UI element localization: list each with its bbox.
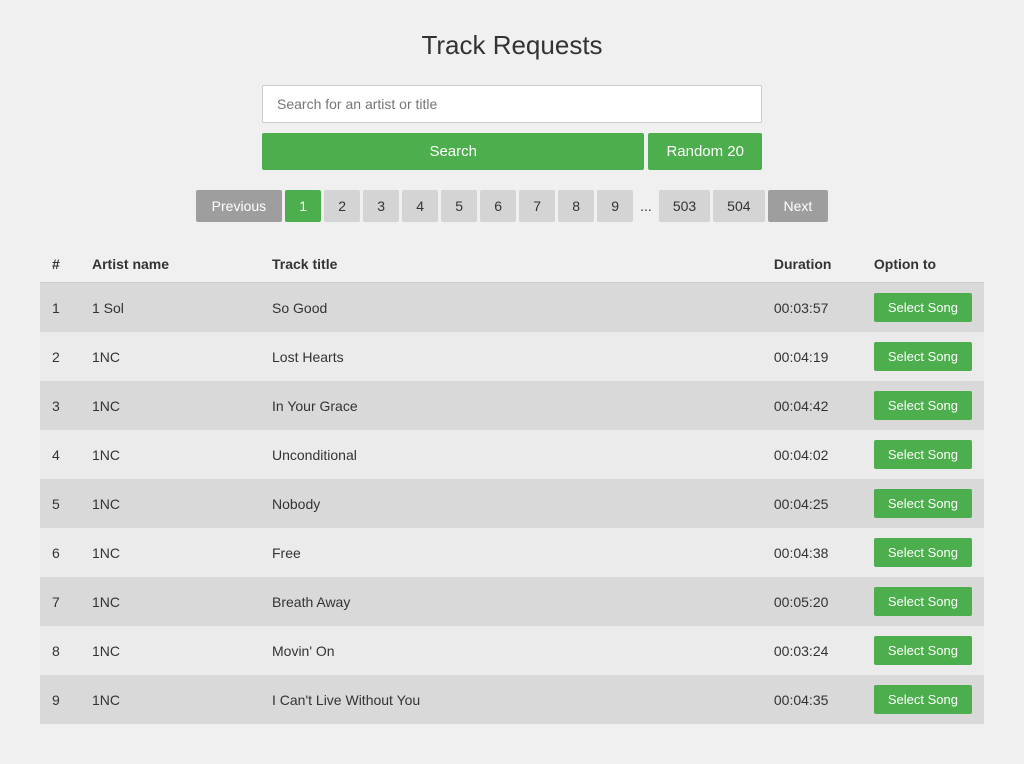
cell-duration: 00:04:25: [762, 479, 862, 528]
next-button[interactable]: Next: [768, 190, 829, 222]
page-button-6[interactable]: 6: [480, 190, 516, 222]
page-button-2[interactable]: 2: [324, 190, 360, 222]
cell-option: Select Song: [862, 332, 984, 381]
table-row: 51NCNobody00:04:25 Select Song: [40, 479, 984, 528]
cell-title: In Your Grace: [260, 381, 762, 430]
cell-artist: 1NC: [80, 381, 260, 430]
cell-artist: 1 Sol: [80, 283, 260, 333]
cell-num: 6: [40, 528, 80, 577]
header-option: Option to: [862, 246, 984, 283]
cell-title: Movin' On: [260, 626, 762, 675]
select-song-button[interactable]: Select Song: [874, 293, 972, 322]
cell-duration: 00:04:38: [762, 528, 862, 577]
search-input[interactable]: [262, 85, 762, 123]
select-song-button[interactable]: Select Song: [874, 587, 972, 616]
cell-duration: 00:05:20: [762, 577, 862, 626]
page-button-8[interactable]: 8: [558, 190, 594, 222]
select-song-button[interactable]: Select Song: [874, 342, 972, 371]
cell-title: Unconditional: [260, 430, 762, 479]
page-button-9[interactable]: 9: [597, 190, 633, 222]
cell-title: So Good: [260, 283, 762, 333]
cell-num: 3: [40, 381, 80, 430]
cell-option: Select Song: [862, 430, 984, 479]
cell-artist: 1NC: [80, 528, 260, 577]
select-song-button[interactable]: Select Song: [874, 636, 972, 665]
select-song-button[interactable]: Select Song: [874, 391, 972, 420]
table-row: 91NCI Can't Live Without You00:04:35 Sele…: [40, 675, 984, 724]
search-section: Search Random 20: [40, 85, 984, 170]
cell-num: 7: [40, 577, 80, 626]
search-input-wrapper: [262, 85, 762, 123]
page-button-3[interactable]: 3: [363, 190, 399, 222]
header-duration: Duration: [762, 246, 862, 283]
select-song-button[interactable]: Select Song: [874, 685, 972, 714]
cell-num: 9: [40, 675, 80, 724]
header-num: #: [40, 246, 80, 283]
cell-title: Breath Away: [260, 577, 762, 626]
cell-option: Select Song: [862, 283, 984, 333]
table-row: 31NCIn Your Grace00:04:42 Select Song: [40, 381, 984, 430]
table-row: 71NCBreath Away00:05:20 Select Song: [40, 577, 984, 626]
cell-num: 5: [40, 479, 80, 528]
page-button-1[interactable]: 1: [285, 190, 321, 222]
cell-option: Select Song: [862, 479, 984, 528]
track-table: # Artist name Track title Duration Optio…: [40, 246, 984, 724]
page-button-5[interactable]: 5: [441, 190, 477, 222]
page-ellipsis: ...: [636, 190, 656, 222]
cell-num: 8: [40, 626, 80, 675]
table-row: 81NCMovin' On00:03:24 Select Song: [40, 626, 984, 675]
cell-artist: 1NC: [80, 675, 260, 724]
table-row: 61NCFree00:04:38 Select Song: [40, 528, 984, 577]
cell-artist: 1NC: [80, 577, 260, 626]
cell-duration: 00:03:24: [762, 626, 862, 675]
page-button-7[interactable]: 7: [519, 190, 555, 222]
header-title: Track title: [260, 246, 762, 283]
cell-option: Select Song: [862, 528, 984, 577]
page-button-504[interactable]: 504: [713, 190, 764, 222]
table-row: 21NCLost Hearts00:04:19 Select Song: [40, 332, 984, 381]
cell-artist: 1NC: [80, 430, 260, 479]
page-button-4[interactable]: 4: [402, 190, 438, 222]
table-header-row: # Artist name Track title Duration Optio…: [40, 246, 984, 283]
track-table-body: 11 SolSo Good00:03:57Select Song21NCLost…: [40, 283, 984, 725]
previous-button[interactable]: Previous: [196, 190, 282, 222]
search-button[interactable]: Search: [262, 133, 644, 170]
cell-title: Free: [260, 528, 762, 577]
table-row: 11 SolSo Good00:03:57 Select Song: [40, 283, 984, 333]
cell-duration: 00:03:57: [762, 283, 862, 333]
cell-option: Select Song: [862, 577, 984, 626]
random-button[interactable]: Random 20: [648, 133, 762, 170]
cell-num: 2: [40, 332, 80, 381]
cell-num: 4: [40, 430, 80, 479]
select-song-button[interactable]: Select Song: [874, 489, 972, 518]
cell-artist: 1NC: [80, 479, 260, 528]
cell-artist: 1NC: [80, 332, 260, 381]
cell-title: Lost Hearts: [260, 332, 762, 381]
cell-option: Select Song: [862, 675, 984, 724]
cell-artist: 1NC: [80, 626, 260, 675]
page-title: Track Requests: [40, 30, 984, 61]
cell-title: I Can't Live Without You: [260, 675, 762, 724]
cell-option: Select Song: [862, 381, 984, 430]
search-buttons: Search Random 20: [262, 133, 762, 170]
cell-duration: 00:04:42: [762, 381, 862, 430]
cell-option: Select Song: [862, 626, 984, 675]
page-container: Track Requests Search Random 20 Previous…: [0, 0, 1024, 764]
cell-duration: 00:04:02: [762, 430, 862, 479]
table-row: 41NCUnconditional00:04:02 Select Song: [40, 430, 984, 479]
select-song-button[interactable]: Select Song: [874, 440, 972, 469]
cell-duration: 00:04:35: [762, 675, 862, 724]
pagination: Previous 1 2 3 4 5 6 7 8 9 ... 503 504 N…: [40, 190, 984, 222]
header-artist: Artist name: [80, 246, 260, 283]
cell-duration: 00:04:19: [762, 332, 862, 381]
select-song-button[interactable]: Select Song: [874, 538, 972, 567]
cell-num: 1: [40, 283, 80, 333]
cell-title: Nobody: [260, 479, 762, 528]
page-button-503[interactable]: 503: [659, 190, 710, 222]
